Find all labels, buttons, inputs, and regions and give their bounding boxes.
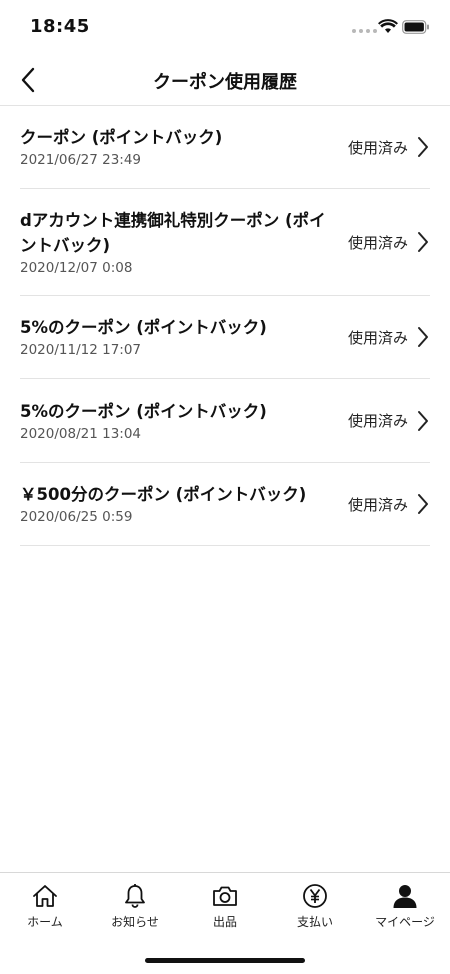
- page-title: クーポン使用履歴: [153, 72, 297, 93]
- chevron-right-icon: [416, 410, 430, 432]
- coupon-status: 使用済み: [347, 233, 408, 252]
- camera-icon: [211, 883, 239, 909]
- bell-icon: [123, 883, 147, 909]
- tab-payment[interactable]: 支払い: [270, 873, 360, 935]
- coupon-status: 使用済み: [347, 328, 408, 347]
- coupon-date: 2020/08/21 13:04: [20, 425, 142, 442]
- battery-icon: [402, 19, 430, 38]
- home-indicator[interactable]: [145, 958, 305, 963]
- coupon-row[interactable]: ￥500分のクーポン (ポイントバック) 2020/06/25 0:59 使用済…: [20, 463, 430, 546]
- tab-label: 支払い: [296, 915, 333, 929]
- wifi-icon: [378, 19, 398, 38]
- chevron-right-icon: [416, 493, 430, 515]
- coupon-date: 2020/06/25 0:59: [20, 509, 133, 525]
- coupon-row[interactable]: 5%のクーポン (ポイントバック) 2020/08/21 13:04 使用済み: [20, 379, 430, 463]
- tab-notifications[interactable]: お知らせ: [90, 873, 180, 935]
- tab-sell[interactable]: 出品: [180, 873, 270, 935]
- coupon-name: クーポン (ポイントバック): [20, 128, 223, 147]
- coupon-history-list: クーポン (ポイントバック) 2021/06/27 23:49 使用済み dアカ…: [0, 106, 450, 546]
- home-icon: [32, 883, 58, 909]
- tab-label: マイページ: [375, 915, 435, 929]
- tab-label: お知らせ: [111, 915, 159, 929]
- tab-home[interactable]: ホーム: [0, 873, 90, 935]
- coupon-date: 2020/12/07 0:08: [20, 259, 133, 276]
- coupon-status: 使用済み: [347, 412, 408, 430]
- chevron-right-icon: [416, 136, 430, 158]
- coupon-status: 使用済み: [347, 138, 408, 157]
- cellular-signal-icon: [352, 29, 377, 33]
- coupon-date: 2021/06/27 23:49: [20, 152, 142, 168]
- yen-icon: [302, 883, 328, 909]
- coupon-name: dアカウント連携御礼特別クーポン (ポイントバック): [20, 210, 326, 255]
- tab-mypage[interactable]: マイページ: [360, 873, 450, 935]
- coupon-row[interactable]: クーポン (ポイントバック) 2021/06/27 23:49 使用済み: [20, 106, 430, 189]
- tab-label: ホーム: [27, 915, 63, 929]
- coupon-name: ￥500分のクーポン (ポイントバック): [20, 485, 307, 504]
- status-time: 18:45: [30, 16, 90, 37]
- coupon-row[interactable]: dアカウント連携御礼特別クーポン (ポイントバック) 2020/12/07 0:…: [20, 189, 430, 296]
- person-icon: [392, 883, 418, 909]
- coupon-name: 5%のクーポン (ポイントバック): [20, 401, 267, 421]
- coupon-date: 2020/11/12 17:07: [20, 342, 142, 358]
- tab-label: 出品: [212, 915, 237, 929]
- coupon-status: 使用済み: [347, 495, 408, 514]
- chevron-right-icon: [416, 326, 430, 348]
- coupon-row[interactable]: 5%のクーポン (ポイントバック) 2020/11/12 17:07 使用済み: [20, 296, 430, 379]
- status-bar: 18:45: [0, 0, 450, 54]
- coupon-name: 5%のクーポン (ポイントバック): [20, 318, 267, 337]
- chevron-right-icon: [416, 231, 430, 253]
- navigation-bar: クーポン使用履歴: [0, 54, 450, 106]
